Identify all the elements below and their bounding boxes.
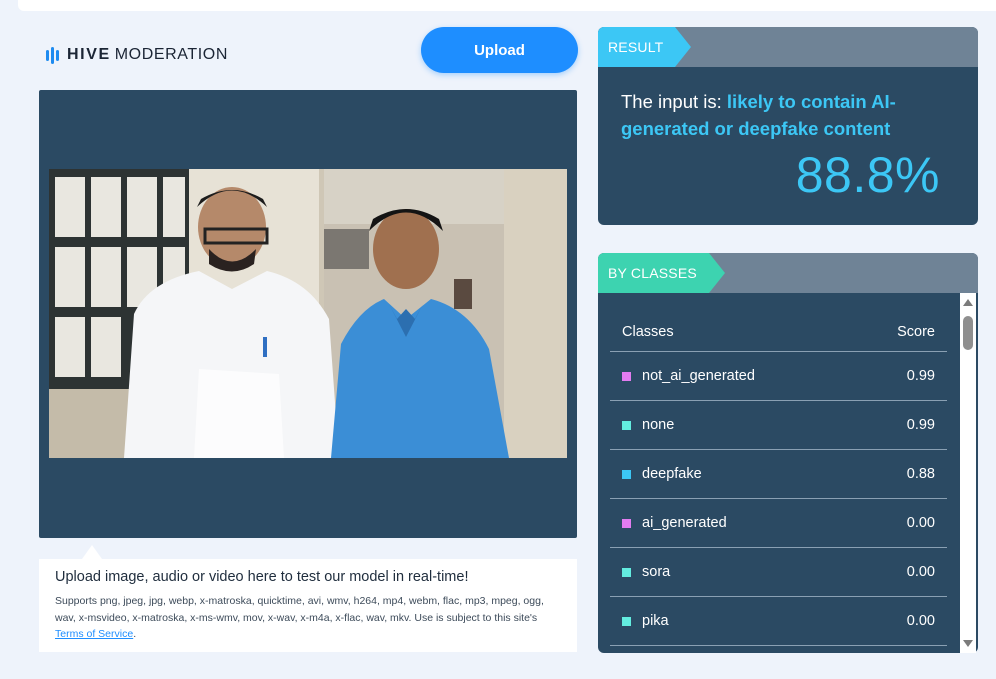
supported-formats: Supports png, jpeg, jpg, webp, x-matrosk… (55, 595, 544, 624)
result-statement: The input is: likely to contain AI-gener… (621, 88, 941, 142)
terms-of-service-link[interactable]: Terms of Service (55, 628, 133, 640)
classes-column-header: Classes (622, 324, 674, 340)
period: . (133, 628, 137, 640)
table-row: not_ai_generated 0.99 (610, 352, 947, 401)
class-name: not_ai_generated (642, 368, 755, 384)
scroll-thumb[interactable] (963, 316, 973, 350)
tooltip-arrow (82, 545, 102, 559)
table-row: none 0.99 (610, 401, 947, 450)
scroll-up-arrow-icon[interactable] (963, 299, 973, 306)
result-header: RESULT (598, 27, 978, 67)
classes-table: Classes Score not_ai_generated 0.99 none… (610, 313, 947, 646)
score-column-header: Score (897, 324, 935, 340)
class-name: ai_generated (642, 515, 727, 531)
by-classes-tab: BY CLASSES (598, 253, 725, 293)
upload-info-title: Upload image, audio or video here to tes… (55, 569, 469, 585)
table-row: ai_generated 0.00 (610, 499, 947, 548)
class-color-swatch (622, 420, 631, 430)
class-score: 0.00 (906, 564, 935, 580)
video-still (49, 169, 567, 458)
class-color-swatch (622, 469, 631, 479)
classes-header: BY CLASSES (598, 253, 978, 293)
table-row: pika 0.00 (610, 597, 947, 646)
video-frame (49, 169, 567, 458)
result-percentage: 88.8% (795, 147, 940, 203)
class-color-swatch (622, 567, 631, 577)
result-tab: RESULT (598, 27, 692, 67)
table-header: Classes Score (610, 313, 947, 352)
by-classes-card: BY CLASSES Classes Score not_ai_generate… (598, 253, 978, 653)
result-prefix: The input is: (621, 91, 727, 112)
class-score: 0.88 (906, 466, 935, 482)
top-strip (18, 0, 996, 11)
result-card: RESULT The input is: likely to contain A… (598, 27, 978, 225)
hive-bars-icon (46, 46, 59, 64)
upload-button[interactable]: Upload (421, 27, 578, 73)
class-name: none (642, 417, 675, 433)
upload-info-box: Upload image, audio or video here to tes… (39, 559, 577, 652)
logo-light: MODERATION (114, 46, 229, 63)
class-score: 0.00 (906, 515, 935, 531)
class-score: 0.00 (906, 613, 935, 629)
class-color-swatch (622, 616, 631, 626)
scroll-down-arrow-icon[interactable] (963, 640, 973, 647)
media-preview-panel[interactable] (39, 90, 577, 538)
class-score: 0.99 (906, 368, 935, 384)
class-name: pika (642, 613, 669, 629)
class-color-swatch (622, 371, 631, 381)
class-name: sora (642, 564, 671, 580)
class-color-swatch (622, 518, 631, 528)
table-row: sora 0.00 (610, 548, 947, 597)
classes-scrollbar[interactable] (960, 293, 976, 653)
logo-text: HIVE MODERATION (67, 46, 228, 64)
table-row: deepfake 0.88 (610, 450, 947, 499)
class-name: deepfake (642, 466, 702, 482)
class-score: 0.99 (906, 417, 935, 433)
hive-logo[interactable]: HIVE MODERATION (46, 45, 228, 65)
logo-bold: HIVE (67, 46, 111, 63)
supported-formats-text: Supports png, jpeg, jpg, webp, x-matrosk… (55, 593, 560, 643)
